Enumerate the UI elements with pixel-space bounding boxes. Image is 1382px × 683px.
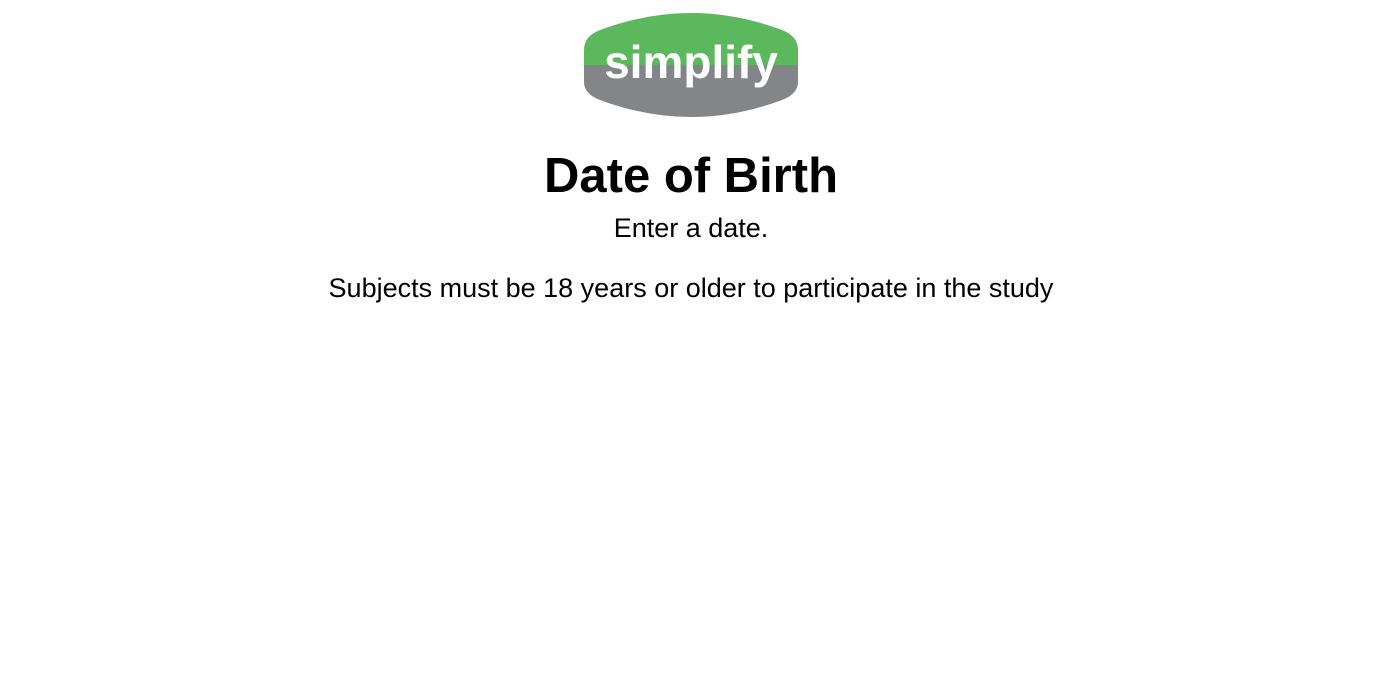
page-subtitle: Enter a date.	[613, 213, 769, 243]
page: simplify Date of Birth Enter a date. Sub…	[0, 0, 1382, 683]
simplify-logo: simplify	[582, 10, 800, 120]
logo-text: simplify	[604, 36, 778, 88]
age-requirement-note: Subjects must be 18 years or older to pa…	[328, 273, 1054, 303]
page-title: Date of Birth	[544, 149, 838, 203]
